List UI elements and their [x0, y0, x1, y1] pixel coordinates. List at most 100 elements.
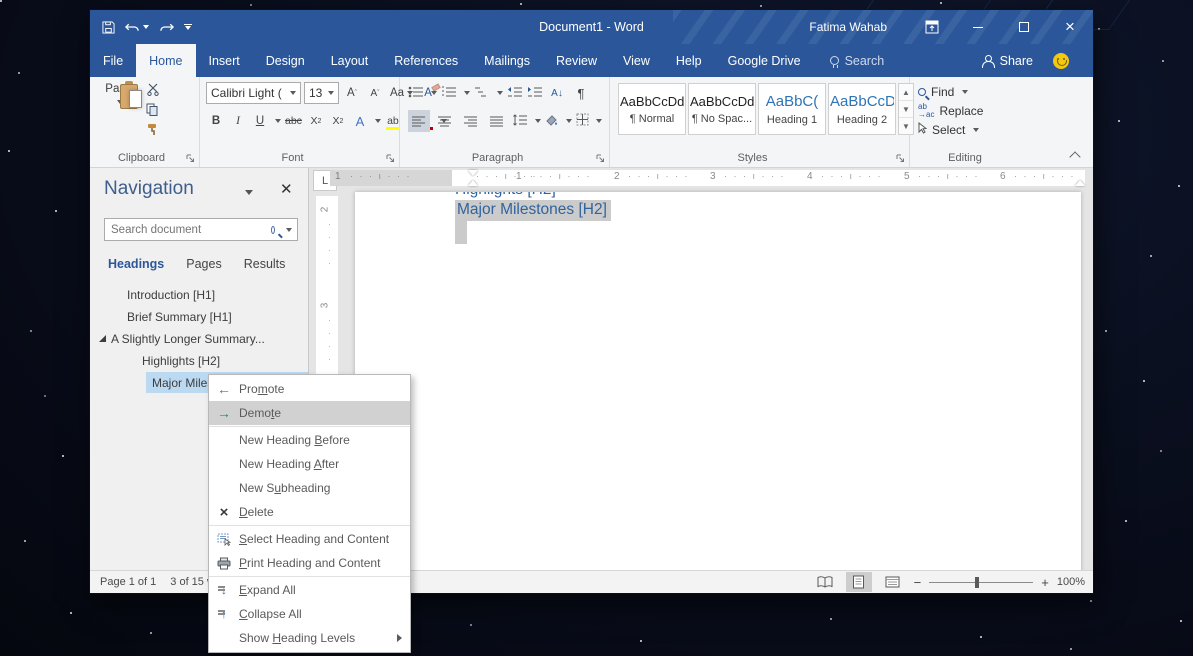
styles-dialog-launcher[interactable]	[896, 154, 906, 164]
print-layout-button[interactable]	[846, 572, 872, 592]
superscript-button[interactable]: X2	[328, 110, 348, 132]
bullets-caret[interactable]	[431, 91, 437, 95]
style-no-spacing[interactable]: AaBbCcDd ¶ No Spac...	[688, 83, 756, 135]
collapse-ribbon-icon[interactable]	[1069, 151, 1080, 162]
shading-caret[interactable]	[566, 119, 572, 123]
numbering-caret[interactable]	[464, 91, 470, 95]
line-spacing-button[interactable]	[512, 114, 528, 129]
menu-item-new-subheading[interactable]: New Subheading	[209, 476, 410, 500]
select-button[interactable]: Select	[910, 120, 983, 139]
heading-item-longer-summary[interactable]: A Slightly Longer Summary...	[90, 328, 308, 349]
find-button[interactable]: Find	[910, 82, 983, 101]
menu-item-select-heading-and-content[interactable]: Select Heading and Content	[209, 527, 410, 551]
tab-references[interactable]: References	[381, 44, 471, 77]
menu-item-expand-all[interactable]: ↓ Expand All	[209, 578, 410, 602]
redo-button[interactable]	[159, 21, 174, 33]
tab-review[interactable]: Review	[543, 44, 610, 77]
bold-button[interactable]: B	[206, 110, 226, 132]
style-normal[interactable]: AaBbCcDd ¶ Normal	[618, 83, 686, 135]
borders-button[interactable]	[576, 113, 589, 129]
page-indicator[interactable]: Page 1 of 1	[100, 576, 156, 588]
style-heading-1[interactable]: AaBbC( Heading 1	[758, 83, 826, 135]
numbering-button[interactable]	[441, 86, 457, 101]
share-button[interactable]: Share	[982, 44, 1093, 77]
tab-google-drive[interactable]: Google Drive	[715, 44, 814, 77]
menu-item-print-heading-and-content[interactable]: Print Heading and Content	[209, 551, 410, 575]
cut-button[interactable]	[146, 83, 160, 99]
search-options-caret[interactable]	[286, 228, 292, 232]
right-indent-marker[interactable]	[1075, 180, 1085, 186]
font-name-combo[interactable]: Calibri Light (	[206, 82, 301, 104]
tab-insert[interactable]: Insert	[196, 44, 253, 77]
ribbon-display-options-button[interactable]	[909, 10, 955, 44]
grow-font-button[interactable]: Aˆ	[342, 82, 362, 104]
nav-tab-headings[interactable]: Headings	[108, 257, 164, 271]
tell-me-search[interactable]: Search	[830, 44, 885, 77]
line-spacing-caret[interactable]	[535, 119, 541, 123]
nav-tab-pages[interactable]: Pages	[186, 257, 221, 271]
font-dialog-launcher[interactable]	[386, 154, 396, 164]
close-button[interactable]: ×	[1047, 10, 1093, 44]
navigation-options-caret-icon[interactable]	[245, 190, 253, 195]
search-magnifier-icon[interactable]	[271, 226, 275, 234]
align-right-button[interactable]	[460, 110, 482, 132]
tab-help[interactable]: Help	[663, 44, 715, 77]
menu-item-delete[interactable]: × Delete	[209, 500, 410, 524]
increase-indent-button[interactable]	[527, 86, 543, 101]
customize-qat-button[interactable]	[184, 24, 192, 30]
heading-item-introduction[interactable]: Introduction [H1]	[90, 284, 308, 305]
menu-item-new-heading-after[interactable]: New Heading After	[209, 452, 410, 476]
tab-view[interactable]: View	[610, 44, 663, 77]
clipboard-dialog-launcher[interactable]	[186, 154, 196, 164]
zoom-in-button[interactable]: +	[1041, 575, 1049, 590]
undo-button[interactable]	[125, 21, 149, 33]
menu-item-show-heading-levels[interactable]: Show Heading Levels	[209, 626, 410, 650]
zoom-percentage[interactable]: 100%	[1057, 576, 1085, 588]
heading-item-brief-summary[interactable]: Brief Summary [H1]	[90, 306, 308, 327]
font-size-combo[interactable]: 13	[304, 82, 339, 104]
read-mode-button[interactable]	[812, 572, 838, 592]
paste-button[interactable]: Paste	[98, 83, 142, 149]
menu-item-collapse-all[interactable]: ↑ Collapse All	[209, 602, 410, 626]
show-hide-pilcrow-button[interactable]: ¶	[571, 82, 591, 104]
justify-button[interactable]	[486, 110, 508, 132]
horizontal-ruler[interactable]: 1 · · · ı · · · · · · ı · · · 1 · · · ı …	[330, 170, 1085, 186]
multilevel-caret[interactable]	[497, 91, 503, 95]
align-left-button[interactable]	[408, 110, 430, 132]
feedback-smiley-icon[interactable]	[1053, 53, 1069, 69]
tab-layout[interactable]: Layout	[318, 44, 382, 77]
underline-button[interactable]: U	[250, 110, 270, 132]
save-button[interactable]	[102, 21, 115, 34]
document-page[interactable]: Highlights [H2] Major Milestones [H2]	[355, 192, 1081, 570]
copy-button[interactable]	[146, 103, 160, 119]
menu-item-new-heading-before[interactable]: New Heading Before	[209, 428, 410, 452]
navigation-close-icon[interactable]: ✕	[280, 180, 293, 198]
tab-mailings[interactable]: Mailings	[471, 44, 543, 77]
borders-caret[interactable]	[596, 119, 602, 123]
menu-item-demote[interactable]: → Demote	[209, 401, 410, 425]
multilevel-list-button[interactable]	[474, 86, 490, 101]
decrease-indent-button[interactable]	[507, 86, 523, 101]
collapse-triangle-icon[interactable]	[99, 335, 106, 342]
text-effects-caret[interactable]	[375, 119, 381, 123]
replace-button[interactable]: ab→ac Replace	[910, 101, 983, 120]
web-layout-button[interactable]	[880, 572, 906, 592]
heading-item-highlights[interactable]: Highlights [H2]	[90, 350, 308, 371]
tab-home[interactable]: Home	[136, 44, 195, 77]
zoom-slider-thumb[interactable]	[975, 577, 979, 588]
selected-heading-text[interactable]: Major Milestones [H2]	[455, 200, 611, 221]
shading-button[interactable]	[545, 114, 559, 129]
search-document-input[interactable]	[105, 224, 271, 236]
text-effects-button[interactable]: A	[350, 110, 370, 132]
tab-file[interactable]: File	[90, 44, 136, 77]
underline-caret[interactable]	[275, 119, 281, 123]
subscript-button[interactable]: X2	[306, 110, 326, 132]
menu-item-promote[interactable]: ← Promote	[209, 377, 410, 401]
italic-button[interactable]: I	[228, 110, 248, 132]
nav-tab-results[interactable]: Results	[244, 257, 286, 271]
minimize-button[interactable]	[955, 10, 1001, 44]
maximize-button[interactable]	[1001, 10, 1047, 44]
sort-button[interactable]: A↓	[547, 82, 567, 104]
bullets-button[interactable]	[408, 86, 424, 101]
style-heading-2[interactable]: AaBbCcD Heading 2	[828, 83, 896, 135]
